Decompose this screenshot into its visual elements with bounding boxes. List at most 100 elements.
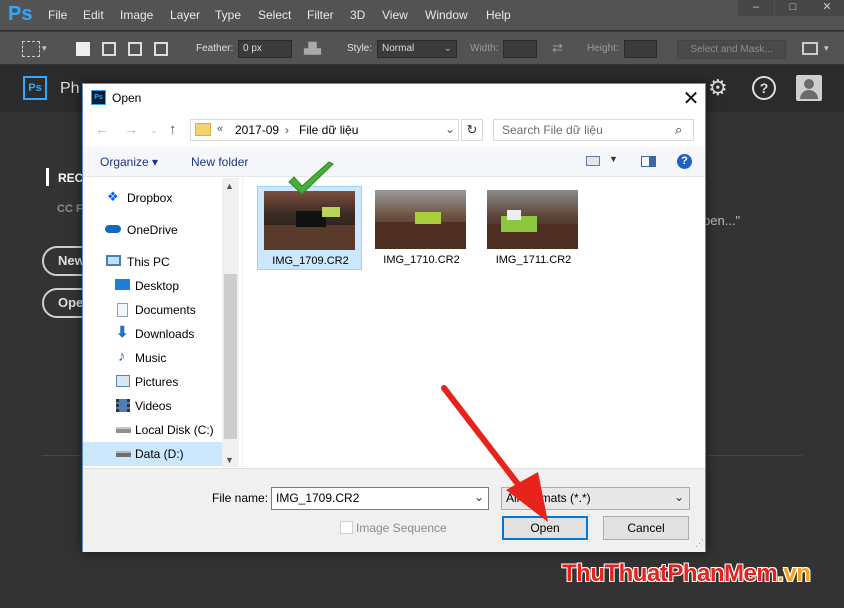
- forward-arrow-icon[interactable]: →: [124, 121, 138, 137]
- chevron-down-icon[interactable]: ⌄: [445, 122, 455, 136]
- minimize-button[interactable]: –: [738, 0, 774, 16]
- new-folder-button[interactable]: New folder: [191, 155, 248, 169]
- documents-icon: [117, 303, 128, 317]
- anti-alias-icon[interactable]: ▟▙: [304, 42, 321, 55]
- style-select[interactable]: Normal ⌄: [377, 40, 457, 58]
- folder-icon: [195, 123, 211, 136]
- menu-type[interactable]: Type: [215, 8, 241, 22]
- avatar-body-icon: [800, 90, 818, 99]
- subtract-selection-icon[interactable]: [128, 42, 142, 56]
- nav-item-local-disk[interactable]: Local Disk (C:): [83, 418, 222, 442]
- close-icon[interactable]: ✕: [679, 86, 703, 111]
- refresh-icon[interactable]: ↻: [461, 119, 483, 141]
- photoshop-logo: Ps: [8, 3, 33, 25]
- chevron-down-icon: ⌄: [443, 43, 452, 54]
- dialog-titlebar[interactable]: [83, 84, 705, 112]
- recent-indicator: [46, 168, 49, 186]
- search-icon[interactable]: ⌕: [675, 122, 682, 138]
- file-name-value: IMG_1709.CR2: [276, 491, 360, 505]
- file-item-img-1711[interactable]: IMG_1711.CR2: [481, 186, 586, 270]
- select-and-mask-button[interactable]: Select and Mask...: [677, 40, 786, 59]
- up-arrow-icon[interactable]: ↑: [169, 121, 177, 138]
- nav-item-music[interactable]: ♪ Music: [83, 346, 222, 370]
- swap-icon[interactable]: ⇄: [552, 40, 563, 56]
- menu-view[interactable]: View: [382, 8, 408, 22]
- file-thumbnail: [487, 190, 578, 249]
- new-selection-icon[interactable]: [76, 42, 90, 56]
- nav-item-data-d[interactable]: Data (D:): [83, 442, 222, 466]
- nav-item-downloads[interactable]: ⬇ Downloads: [83, 322, 222, 346]
- nav-item-videos[interactable]: Videos: [83, 394, 222, 418]
- nav-label: Videos: [135, 399, 172, 413]
- breadcrumb-separator[interactable]: ›: [285, 123, 289, 137]
- watermark-part1: ThuThuat: [562, 560, 668, 587]
- menu-select[interactable]: Select: [258, 8, 291, 22]
- scroll-up-icon[interactable]: ▲: [225, 181, 234, 191]
- nav-item-onedrive[interactable]: OneDrive: [83, 218, 222, 242]
- nav-item-documents[interactable]: Documents: [83, 298, 222, 322]
- workspace-title: Ph: [60, 80, 80, 97]
- menu-3d[interactable]: 3D: [350, 8, 365, 22]
- ps-badge-icon: Ps: [23, 76, 47, 100]
- file-item-img-1710[interactable]: IMG_1710.CR2: [369, 186, 474, 270]
- back-arrow-icon[interactable]: ←: [95, 121, 109, 137]
- intersect-selection-icon[interactable]: [154, 42, 168, 56]
- file-name: IMG_1709.CR2: [272, 255, 349, 267]
- menu-file[interactable]: File: [48, 8, 67, 22]
- resize-grip-icon[interactable]: ⋰: [695, 538, 704, 549]
- menu-help[interactable]: Help: [486, 8, 511, 22]
- width-label: Width:: [470, 43, 499, 54]
- nav-label: Dropbox: [127, 191, 173, 205]
- menu-filter[interactable]: Filter: [307, 8, 334, 22]
- nav-item-this-pc[interactable]: This PC: [83, 250, 222, 274]
- workspace-icon[interactable]: [802, 42, 818, 55]
- recent-locations-icon[interactable]: ⌄: [150, 125, 158, 136]
- maximize-button[interactable]: □: [775, 0, 811, 16]
- menu-window[interactable]: Window: [425, 8, 468, 22]
- watermark-part3: .vn: [777, 560, 811, 587]
- nav-scroll-thumb[interactable]: [224, 274, 237, 439]
- preview-pane-icon[interactable]: [641, 156, 656, 167]
- style-label: Style:: [347, 43, 373, 54]
- watermark: ThuThuatPhanMem.vn: [562, 560, 811, 588]
- image-sequence-checkbox[interactable]: [340, 521, 353, 534]
- width-input[interactable]: [503, 40, 537, 58]
- checkmark-icon: [288, 161, 334, 195]
- avatar[interactable]: [796, 75, 822, 101]
- breadcrumb-item[interactable]: 2017-09: [235, 123, 279, 137]
- search-input[interactable]: Search File dữ liệu: [493, 119, 694, 141]
- cancel-button[interactable]: Cancel: [603, 516, 689, 540]
- close-app-button[interactable]: ✕: [810, 0, 844, 16]
- scroll-down-icon[interactable]: ▼: [225, 455, 234, 465]
- breadcrumb-item[interactable]: File dữ liệu: [299, 123, 358, 137]
- chevron-down-icon[interactable]: ▼: [609, 154, 618, 164]
- nav-item-pictures[interactable]: Pictures: [83, 370, 222, 394]
- file-thumbnail: [375, 190, 466, 249]
- desktop-icon: [115, 279, 130, 290]
- menu-edit[interactable]: Edit: [83, 8, 104, 22]
- height-input[interactable]: [624, 40, 657, 58]
- chevron-down-icon[interactable]: ▾: [42, 43, 47, 54]
- recent-tab[interactable]: REC: [58, 171, 83, 185]
- menu-layer[interactable]: Layer: [170, 8, 200, 22]
- chevron-down-icon[interactable]: ▾: [824, 43, 829, 54]
- view-options-icon[interactable]: [586, 156, 600, 166]
- nav-item-dropbox[interactable]: ❖ Dropbox: [83, 186, 222, 210]
- organize-button[interactable]: Organize ▾: [100, 155, 158, 169]
- address-bar[interactable]: « 2017-09 › File dữ liệu ⌄: [190, 119, 459, 141]
- add-selection-icon[interactable]: [102, 42, 116, 56]
- nav-label: Data (D:): [135, 447, 184, 461]
- marquee-tool-icon[interactable]: [22, 41, 40, 57]
- help-icon[interactable]: ?: [677, 154, 692, 169]
- nav-label: OneDrive: [127, 223, 178, 237]
- feather-input[interactable]: 0 px: [238, 40, 292, 58]
- nav-label: Desktop: [135, 279, 180, 293]
- cc-files-tab[interactable]: CC F: [57, 203, 83, 215]
- nav-item-desktop[interactable]: Desktop: [83, 274, 222, 298]
- help-icon[interactable]: ?: [752, 76, 776, 100]
- breadcrumb-overflow[interactable]: «: [217, 123, 223, 135]
- nav-label: Downloads: [135, 327, 195, 341]
- menu-image[interactable]: Image: [120, 8, 153, 22]
- dialog-ps-icon: Ps: [91, 90, 106, 105]
- gear-icon[interactable]: ⚙: [708, 76, 732, 100]
